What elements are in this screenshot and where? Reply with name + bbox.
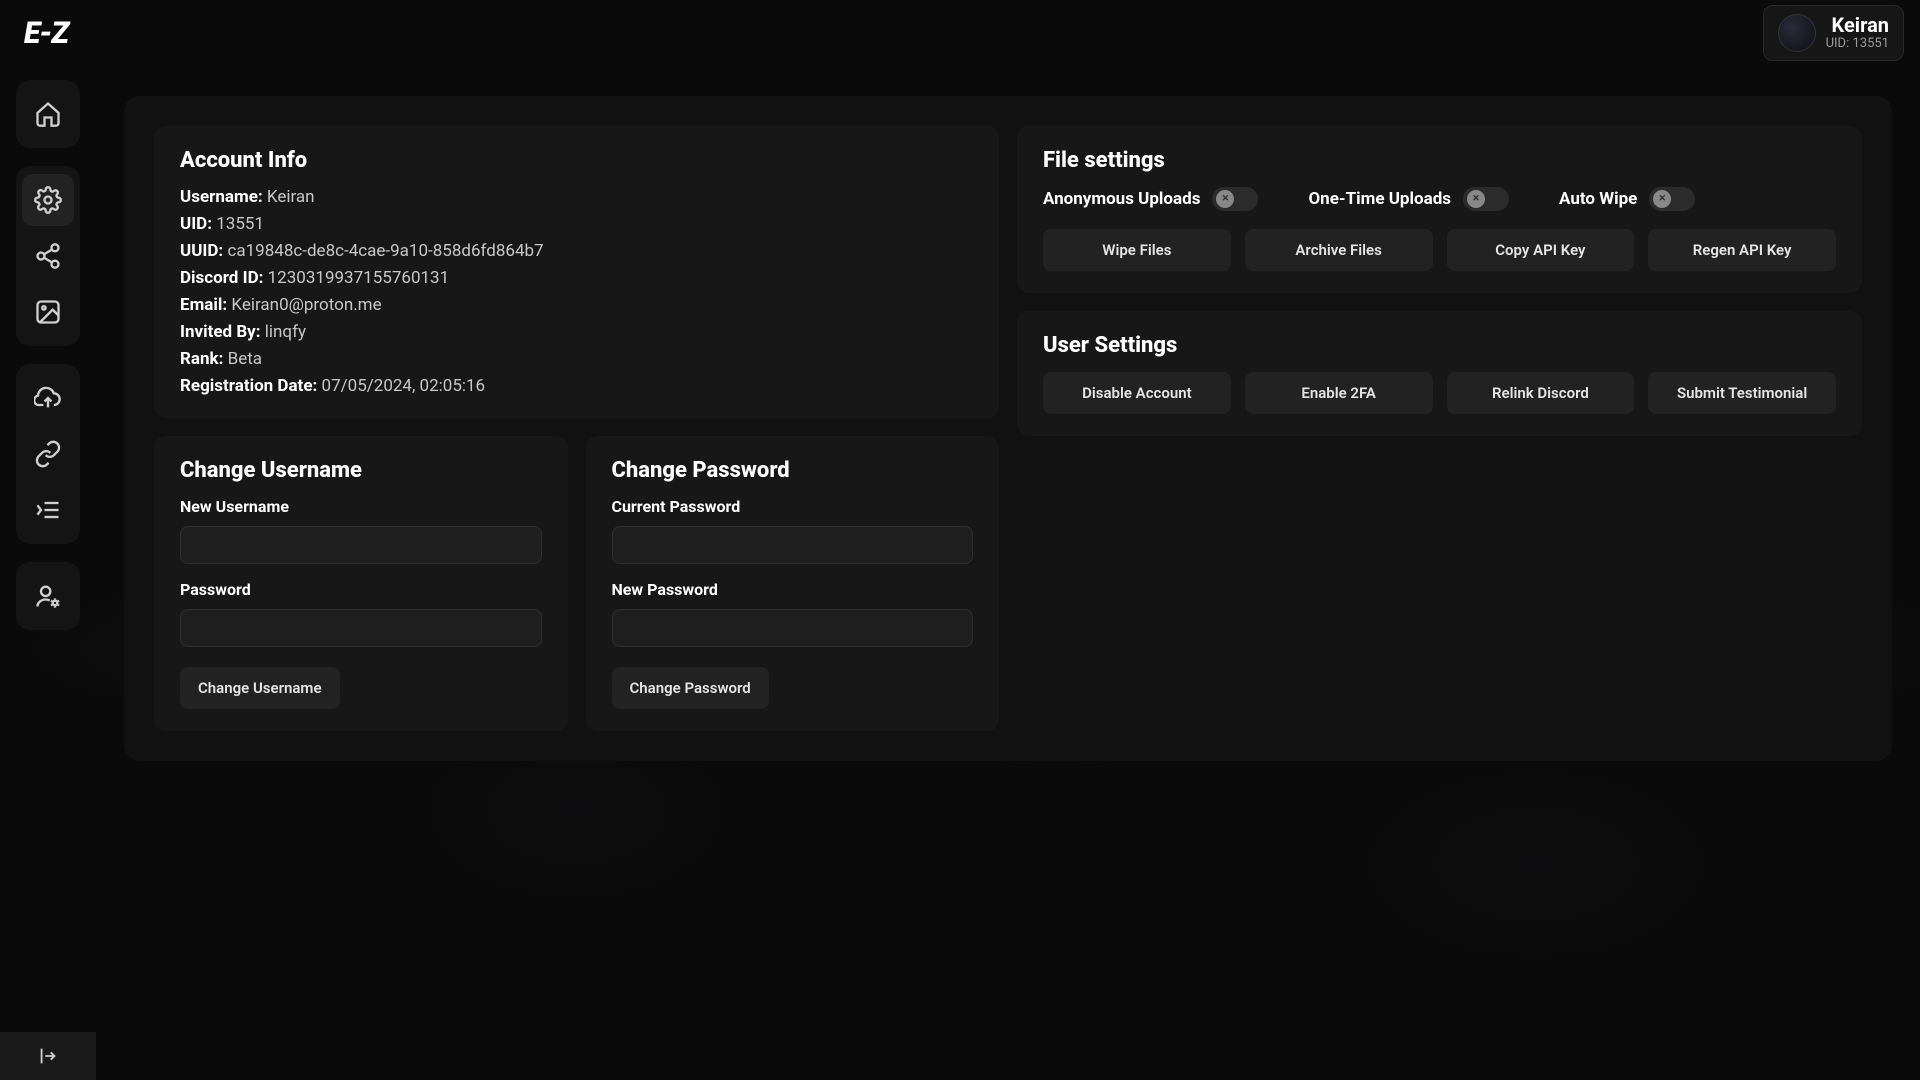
home-icon xyxy=(34,100,62,128)
list-indent-icon xyxy=(34,496,62,524)
info-row-uid: UID: 13551 xyxy=(180,214,973,234)
app-logo: E-Z xyxy=(16,16,68,51)
info-row-invited: Invited By: linqfy xyxy=(180,322,973,342)
account-info-card: Account Info Username: Keiran UID: 13551… xyxy=(154,126,999,418)
info-row-discord: Discord ID: 1230319937155760131 xyxy=(180,268,973,288)
info-row-regdate: Registration Date: 07/05/2024, 02:05:16 xyxy=(180,376,973,396)
toggle-label-anon: Anonymous Uploads xyxy=(1043,189,1200,209)
new-password-label: New Password xyxy=(612,580,974,599)
file-settings-card: File settings Anonymous Uploads One-Time… xyxy=(1017,126,1862,293)
account-info-title: Account Info xyxy=(180,148,973,173)
current-password-input[interactable] xyxy=(612,526,974,564)
user-gear-icon xyxy=(34,582,62,610)
toggle-label-autowipe: Auto Wipe xyxy=(1559,189,1637,209)
change-password-title: Change Password xyxy=(612,458,974,483)
sidebar-item-home[interactable] xyxy=(22,88,74,140)
toggle-onetime-uploads[interactable] xyxy=(1463,187,1509,211)
sidebar-item-image[interactable] xyxy=(22,286,74,338)
toggle-auto-wipe[interactable] xyxy=(1649,187,1695,211)
sidebar-item-upload[interactable] xyxy=(22,372,74,424)
sidebar xyxy=(0,66,96,1080)
gear-icon xyxy=(34,186,62,214)
info-row-uuid: UUID: ca19848c-de8c-4cae-9a10-858d6fd864… xyxy=(180,241,973,261)
user-settings-title: User Settings xyxy=(1043,333,1836,358)
expand-right-icon xyxy=(37,1045,59,1067)
sidebar-item-settings[interactable] xyxy=(22,174,74,226)
archive-files-button[interactable]: Archive Files xyxy=(1245,229,1433,271)
sidebar-expand-button[interactable] xyxy=(0,1032,96,1080)
sidebar-item-share[interactable] xyxy=(22,230,74,282)
enable-2fa-button[interactable]: Enable 2FA xyxy=(1245,372,1433,414)
sidebar-item-user-settings[interactable] xyxy=(22,570,74,622)
info-row-rank: Rank: Beta xyxy=(180,349,973,369)
current-password-label: Current Password xyxy=(612,497,974,516)
sidebar-item-link[interactable] xyxy=(22,428,74,480)
new-username-input[interactable] xyxy=(180,526,542,564)
file-settings-title: File settings xyxy=(1043,148,1836,173)
cu-password-input[interactable] xyxy=(180,609,542,647)
cu-password-label: Password xyxy=(180,580,542,599)
avatar xyxy=(1778,14,1816,52)
link-icon xyxy=(34,440,62,468)
submit-testimonial-button[interactable]: Submit Testimonial xyxy=(1648,372,1836,414)
change-password-button[interactable]: Change Password xyxy=(612,667,769,709)
user-name: Keiran xyxy=(1826,14,1889,37)
sidebar-item-list[interactable] xyxy=(22,484,74,536)
user-chip[interactable]: Keiran UID: 13551 xyxy=(1763,5,1904,61)
relink-discord-button[interactable]: Relink Discord xyxy=(1447,372,1635,414)
toggle-anonymous-uploads[interactable] xyxy=(1212,187,1258,211)
new-username-label: New Username xyxy=(180,497,542,516)
cloud-upload-icon xyxy=(34,384,62,412)
image-icon xyxy=(34,298,62,326)
change-username-button[interactable]: Change Username xyxy=(180,667,340,709)
regen-api-key-button[interactable]: Regen API Key xyxy=(1648,229,1836,271)
user-uid: UID: 13551 xyxy=(1826,37,1889,52)
disable-account-button[interactable]: Disable Account xyxy=(1043,372,1231,414)
info-row-username: Username: Keiran xyxy=(180,187,973,207)
change-username-title: Change Username xyxy=(180,458,542,483)
change-username-card: Change Username New Username Password Ch… xyxy=(154,436,568,731)
copy-api-key-button[interactable]: Copy API Key xyxy=(1447,229,1635,271)
info-row-email: Email: Keiran0@proton.me xyxy=(180,295,973,315)
wipe-files-button[interactable]: Wipe Files xyxy=(1043,229,1231,271)
new-password-input[interactable] xyxy=(612,609,974,647)
toggle-label-onetime: One-Time Uploads xyxy=(1308,189,1451,209)
share-icon xyxy=(34,242,62,270)
change-password-card: Change Password Current Password New Pas… xyxy=(586,436,1000,731)
user-settings-card: User Settings Disable Account Enable 2FA… xyxy=(1017,311,1862,436)
